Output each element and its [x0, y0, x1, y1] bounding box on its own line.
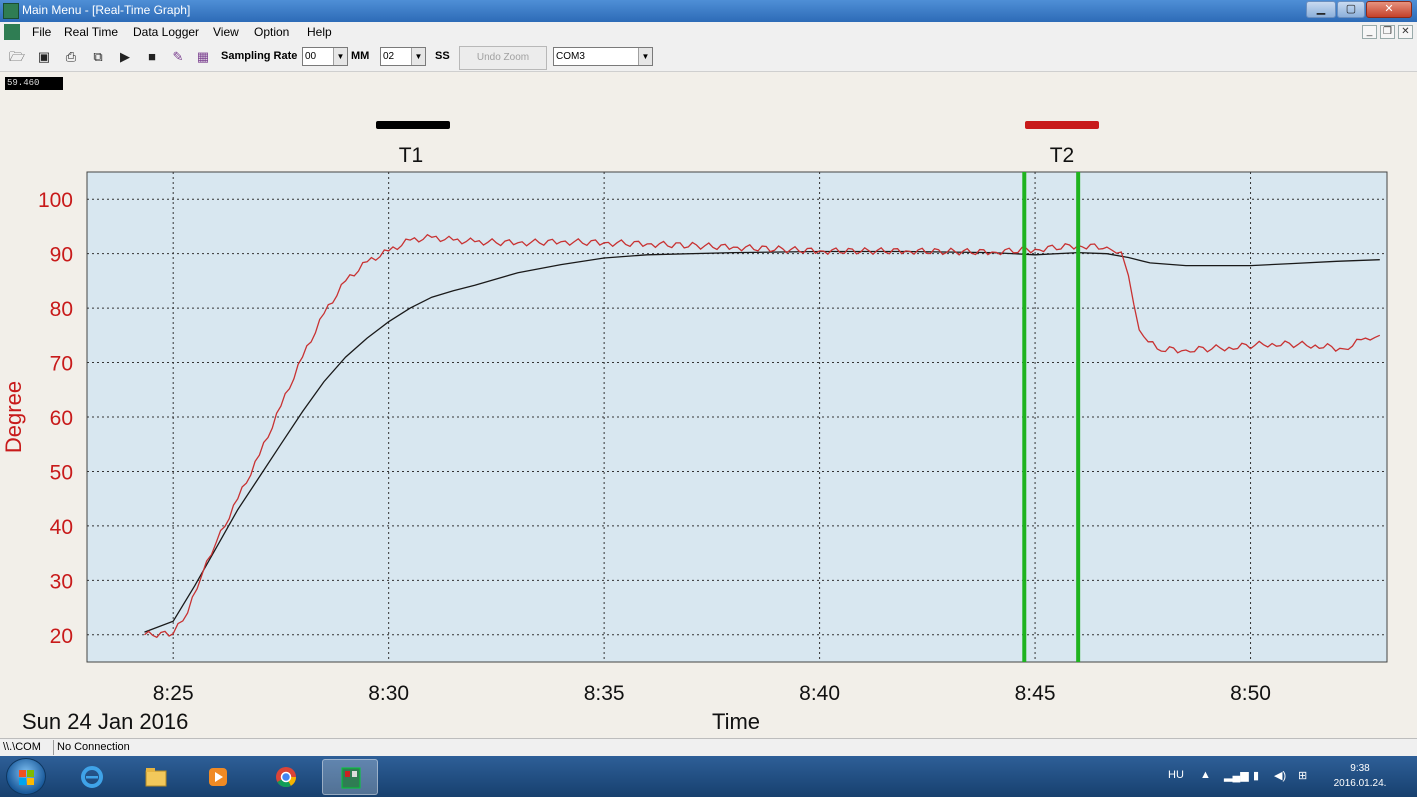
y-tick-label: 50 [50, 461, 73, 484]
copy-icon[interactable]: ⧉ [89, 48, 107, 66]
ie-taskbar-button[interactable] [64, 759, 120, 795]
chevron-down-icon: ▼ [333, 48, 347, 65]
mdi-restore-icon[interactable]: ❐ [1380, 25, 1395, 39]
status-divider [53, 740, 54, 755]
menu-help[interactable]: Help [307, 25, 332, 39]
taskbar: HU ▲ ▂▄▆ ▮ ◀) ⊞ 9:38 2016.01.24. [0, 756, 1417, 797]
y-tick-label: 100 [38, 189, 73, 212]
chrome-icon [276, 767, 297, 788]
data-logger-taskbar-button[interactable] [322, 759, 378, 795]
legend-label-t2: T2 [1050, 144, 1075, 167]
status-bar: \\.\COM No Connection [0, 738, 1417, 756]
data-logger-app-icon [341, 767, 361, 789]
status-connection: No Connection [57, 741, 130, 753]
document-icon[interactable] [4, 24, 20, 40]
open-folder-icon[interactable]: 🗁 [8, 48, 26, 66]
stop-icon[interactable]: ■ [143, 48, 161, 66]
menu-bar: File Real Time Data Logger View Option H… [0, 22, 1417, 42]
chrome-taskbar-button[interactable] [258, 759, 314, 795]
date-label: Sun 24 Jan 2016 [22, 709, 188, 734]
ie-icon [81, 766, 103, 788]
chart-view-icon[interactable]: ▦ [194, 48, 212, 66]
legend-label-t1: T1 [399, 144, 424, 167]
close-button[interactable]: ✕ [1366, 1, 1412, 18]
x-axis: 8:25 8:30 8:35 8:40 8:45 8:50 [153, 682, 1271, 705]
x-tick-label: 8:35 [584, 682, 625, 705]
taskbar-clock[interactable]: 9:38 2016.01.24. [1320, 761, 1400, 791]
chevron-down-icon: ▼ [638, 48, 652, 65]
menu-view[interactable]: View [213, 25, 239, 39]
mdi-close-icon[interactable]: ✕ [1398, 25, 1413, 39]
y-tick-label: 30 [50, 570, 73, 593]
x-axis-label: Time [712, 709, 760, 734]
y-axis-label: Degree [1, 381, 26, 453]
undo-zoom-button[interactable]: Undo Zoom [459, 46, 547, 70]
minutes-value: 00 [305, 51, 317, 62]
port-select[interactable]: COM3 ▼ [553, 47, 653, 66]
status-port: \\.\COM [3, 741, 41, 753]
chart-edit-icon[interactable]: ✎ [169, 48, 187, 66]
start-button[interactable] [6, 758, 46, 795]
window-title: Main Menu - [Real-Time Graph] [22, 3, 191, 17]
legend-swatch-t1 [376, 121, 450, 129]
save-icon[interactable]: ▣ [35, 48, 53, 66]
y-tick-label: 60 [50, 407, 73, 430]
menu-option[interactable]: Option [254, 25, 289, 39]
legend-swatch-t2 [1025, 121, 1099, 129]
real-time-chart[interactable]: T1 T2 20 30 40 50 60 70 80 90 100 8:25 8:30 8:35 8:4… [0, 72, 1417, 738]
port-value: COM3 [556, 51, 585, 62]
x-tick-label: 8:50 [1230, 682, 1271, 705]
legend: T1 T2 [376, 121, 1099, 167]
menu-data-logger[interactable]: Data Logger [133, 25, 199, 39]
volume-icon[interactable]: ◀) [1274, 769, 1286, 782]
mm-label: MM [351, 50, 370, 62]
y-tick-label: 40 [50, 516, 73, 539]
play-icon[interactable]: ▶ [116, 48, 134, 66]
windows-logo-icon [19, 770, 34, 785]
battery-icon[interactable]: ▮ [1253, 769, 1259, 782]
menu-real-time[interactable]: Real Time [64, 25, 118, 39]
x-tick-label: 8:40 [799, 682, 840, 705]
y-tick-label: 80 [50, 298, 73, 321]
clock-time: 9:38 [1350, 763, 1370, 774]
x-tick-label: 8:30 [368, 682, 409, 705]
y-tick-label: 90 [50, 244, 73, 267]
elapsed-readout: 59.460 [5, 77, 63, 90]
x-tick-label: 8:45 [1015, 682, 1056, 705]
chevron-down-icon: ▼ [411, 48, 425, 65]
seconds-value: 02 [383, 51, 395, 62]
network-icon[interactable]: ▂▄▆ [1224, 769, 1249, 782]
minutes-select[interactable]: 00 ▼ [302, 47, 348, 66]
window-title-bar[interactable]: Main Menu - [Real-Time Graph] ▁ ▢ ✕ [0, 0, 1417, 22]
toolbar: 🗁 ▣ ⎙ ⧉ ▶ ■ ✎ ▦ Sampling Rate 00 ▼ MM 02… [0, 42, 1417, 72]
seconds-select[interactable]: 02 ▼ [380, 47, 426, 66]
menu-file[interactable]: File [32, 25, 51, 39]
show-hidden-icons-icon[interactable]: ▲ [1200, 769, 1211, 781]
explorer-taskbar-button[interactable] [128, 759, 184, 795]
print-icon[interactable]: ⎙ [62, 48, 80, 66]
maximize-button[interactable]: ▢ [1337, 1, 1365, 18]
y-axis: 20 30 40 50 60 70 80 90 100 [38, 189, 73, 648]
media-player-taskbar-button[interactable] [190, 759, 246, 795]
ss-label: SS [435, 50, 450, 62]
app-icon [3, 3, 19, 19]
sampling-rate-label: Sampling Rate [221, 50, 298, 62]
y-tick-label: 70 [50, 353, 73, 376]
explorer-folder-icon [145, 768, 167, 787]
minimize-button[interactable]: ▁ [1306, 1, 1336, 18]
x-tick-label: 8:25 [153, 682, 194, 705]
action-center-icon[interactable]: ⊞ [1298, 769, 1307, 782]
media-player-icon [209, 768, 227, 786]
language-indicator[interactable]: HU [1168, 769, 1184, 781]
y-tick-label: 20 [50, 625, 73, 648]
mdi-minimize-icon[interactable]: _ [1362, 25, 1377, 39]
graph-panel: T1 T2 20 30 40 50 60 70 80 90 100 8:25 8:30 8:35 8:4… [0, 72, 1417, 738]
clock-date: 2016.01.24. [1333, 778, 1387, 789]
